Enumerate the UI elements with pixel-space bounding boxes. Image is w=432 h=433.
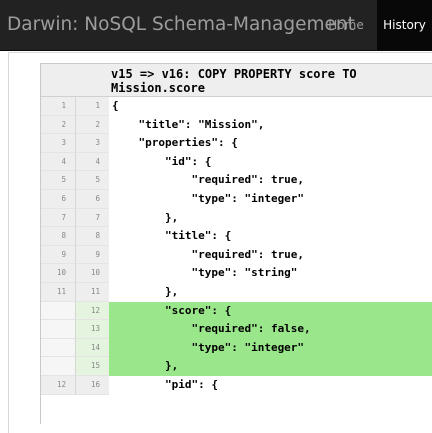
old-line-number: 10 xyxy=(41,264,75,283)
old-line-number: 11 xyxy=(41,282,75,302)
old-line-number: 3 xyxy=(41,134,75,153)
diff-line-added: 14 "type": "integer" xyxy=(41,338,432,358)
code-line: }, xyxy=(112,284,179,298)
diff-line: 12 16 "pid": { xyxy=(41,375,432,395)
old-line-number: 4 xyxy=(41,152,75,172)
new-line-number: 16 xyxy=(75,375,109,395)
code-line: }, xyxy=(109,357,432,376)
old-line-number xyxy=(41,301,75,321)
diff-line: 66 "type": "integer" xyxy=(41,189,432,209)
code-line: "title": "Mission", xyxy=(112,117,265,131)
nav-history-link[interactable]: History xyxy=(377,0,432,50)
new-line-number: 11 xyxy=(75,282,109,302)
new-line-number: 2 xyxy=(75,115,109,135)
diff-line: 11 11 }, xyxy=(41,282,432,302)
diff-line: 88 "title": { xyxy=(41,227,432,246)
diff-line: 44 "id": { xyxy=(41,152,432,172)
code-line: "title": { xyxy=(112,229,232,243)
new-line-number: 12 xyxy=(75,301,109,321)
old-line-number: 12 xyxy=(41,375,75,395)
new-line-number: 9 xyxy=(75,245,109,265)
new-line-number: 14 xyxy=(75,338,109,358)
diff-line: 33 "properties": { xyxy=(41,134,432,153)
code-line: "type": "integer" xyxy=(112,191,305,205)
old-line-number: 8 xyxy=(41,227,75,246)
new-line-number: 1 xyxy=(75,97,109,116)
code-line: "required": true, xyxy=(112,247,305,261)
diff-line: 77 }, xyxy=(41,208,432,228)
new-line-number: 7 xyxy=(75,208,109,228)
old-line-number: 9 xyxy=(41,245,75,265)
navbar-divider xyxy=(0,50,432,51)
old-line-number: 7 xyxy=(41,208,75,228)
top-navbar: Darwin: NoSQL Schema-Management Home His… xyxy=(0,0,432,50)
nav-home-link[interactable]: Home xyxy=(326,0,366,50)
old-line-number xyxy=(41,357,75,376)
code-line: "pid": { xyxy=(112,377,218,391)
new-line-number: 3 xyxy=(75,134,109,153)
diff-line-added: 13 "required": false, xyxy=(41,320,432,339)
diff-line: 99 "required": true, xyxy=(41,245,432,265)
app-brand[interactable]: Darwin: NoSQL Schema-Management xyxy=(7,0,355,50)
code-line: "type": "integer" xyxy=(109,338,432,358)
new-line-number: 15 xyxy=(75,357,109,376)
diff-line: 55 "required": true, xyxy=(41,171,432,190)
diff-rows: 1 1{2 2 "title": "Mission", 3 3 "properties"… xyxy=(41,97,432,395)
old-line-number: 6 xyxy=(41,189,75,209)
diff-line: 22 "title": "Mission", xyxy=(41,115,432,135)
diff-header: v15 => v16: COPY PROPERTY score TO Missi… xyxy=(41,64,432,97)
code-line: "required": true, xyxy=(112,173,305,187)
old-line-number xyxy=(41,338,75,358)
new-line-number: 13 xyxy=(75,320,109,339)
old-line-number xyxy=(41,320,75,339)
diff-line: 10 10 "type": "string" xyxy=(41,264,432,283)
code-line: { xyxy=(112,99,119,112)
code-line: }, xyxy=(112,210,179,224)
diff-line: 1 1{ xyxy=(41,97,432,116)
diff-line-added: 15 }, xyxy=(41,357,432,376)
new-line-number: 10 xyxy=(75,264,109,283)
code-line: "type": "string" xyxy=(112,266,298,280)
code-line: "properties": { xyxy=(112,136,238,150)
new-line-number: 4 xyxy=(75,152,109,172)
code-line: "id": { xyxy=(112,154,212,168)
diff-line-added: 12 "score": { xyxy=(41,301,432,321)
old-line-number: 1 xyxy=(41,97,75,116)
schema-diff-view: v15 => v16: COPY PROPERTY score TO Missi… xyxy=(40,63,432,424)
old-line-number: 2 xyxy=(41,115,75,135)
new-line-number: 5 xyxy=(75,171,109,190)
old-line-number: 5 xyxy=(41,171,75,190)
new-line-number: 8 xyxy=(75,227,109,246)
diff-title: v15 => v16: COPY PROPERTY score TO Missi… xyxy=(111,67,357,95)
new-line-number: 6 xyxy=(75,189,109,209)
code-line: "score": { xyxy=(109,301,432,321)
code-line: "required": false, xyxy=(109,320,432,339)
